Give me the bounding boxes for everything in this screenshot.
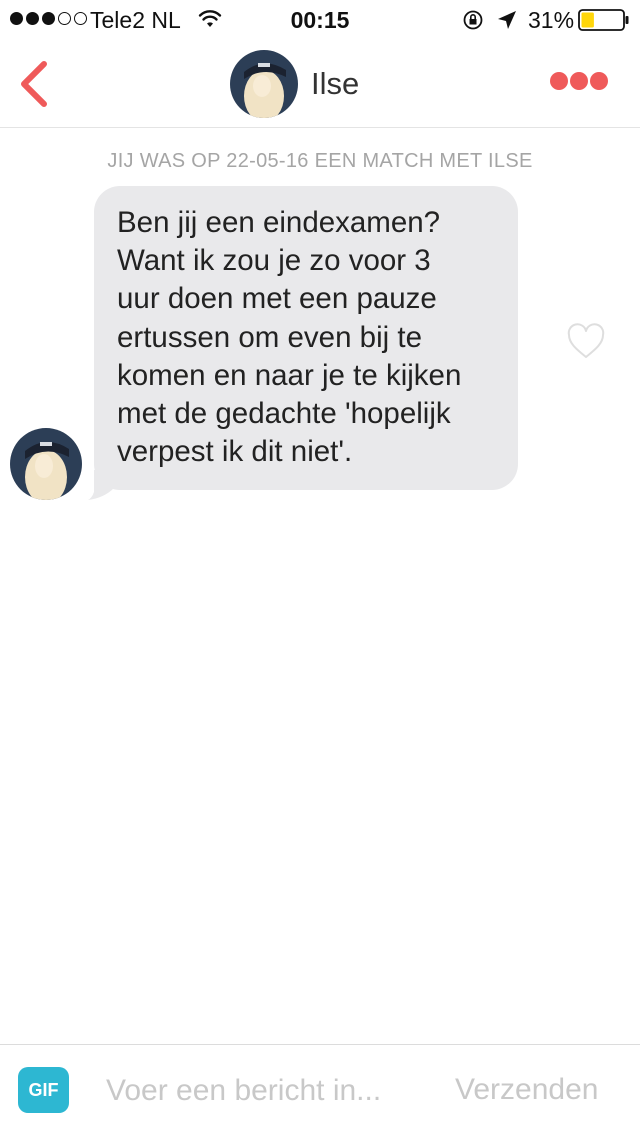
message-input[interactable] bbox=[100, 1069, 440, 1113]
heart-icon[interactable] bbox=[566, 322, 606, 362]
bubble-tail bbox=[88, 470, 114, 500]
avatar[interactable] bbox=[230, 50, 298, 118]
message-composer: GIF Verzenden bbox=[0, 1044, 640, 1136]
signal-strength-icon bbox=[10, 12, 87, 25]
battery-icon bbox=[578, 9, 629, 31]
carrier-name: Tele2 NL bbox=[90, 7, 181, 33]
sender-avatar[interactable] bbox=[10, 428, 82, 500]
status-bar: Tele2 NL 00:15 31% bbox=[0, 0, 640, 40]
rotation-lock-icon bbox=[463, 10, 483, 30]
match-profile-link[interactable]: Ilse bbox=[230, 50, 359, 118]
battery-percentage: 31% bbox=[528, 7, 575, 33]
wifi-icon bbox=[198, 10, 222, 27]
match-name: Ilse bbox=[311, 66, 360, 101]
location-arrow-icon bbox=[498, 11, 516, 29]
gif-button[interactable]: GIF bbox=[18, 1067, 69, 1113]
send-button[interactable]: Verzenden bbox=[455, 1073, 598, 1107]
match-date-info: JIJ WAS OP 22-05-16 EEN MATCH MET ILSE bbox=[107, 150, 533, 172]
message-text: Ben jij een eindexamen? Want ik zou je z… bbox=[117, 206, 462, 469]
chat-header: Ilse bbox=[0, 40, 640, 128]
ellipsis-icon[interactable] bbox=[548, 70, 610, 92]
chevron-left-icon[interactable] bbox=[16, 58, 52, 110]
